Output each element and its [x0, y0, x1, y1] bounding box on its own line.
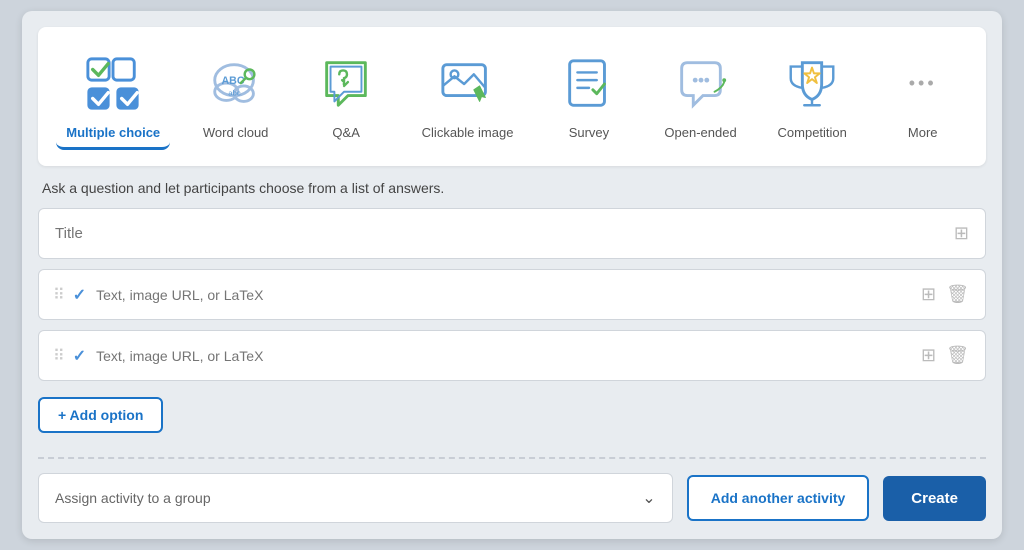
clickable-image-label: Clickable image	[422, 125, 514, 142]
activity-type-selector: Multiple choice ABC abc Word cloud	[38, 27, 986, 167]
section-divider	[38, 457, 986, 459]
chevron-down-icon: ⌄	[642, 488, 655, 508]
drag-handle-2[interactable]: ⠿	[53, 346, 63, 366]
activity-type-more[interactable]: ••• More	[878, 43, 968, 148]
more-label: More	[908, 125, 938, 142]
delete-option-2-button[interactable]: 🗑	[944, 343, 971, 368]
activity-type-clickable-image[interactable]: Clickable image	[412, 43, 524, 148]
multiple-choice-icon	[78, 49, 148, 119]
svg-text:abc: abc	[228, 88, 241, 97]
survey-icon	[554, 49, 624, 119]
activity-type-qa[interactable]: Q&A	[301, 43, 391, 148]
activity-description: Ask a question and let participants choo…	[38, 180, 986, 196]
word-cloud-icon: ABC abc	[201, 49, 271, 119]
main-container: Multiple choice ABC abc Word cloud	[22, 11, 1002, 540]
activity-type-open-ended[interactable]: Open-ended	[654, 43, 746, 148]
word-cloud-label: Word cloud	[203, 125, 269, 142]
activity-type-word-cloud[interactable]: ABC abc Word cloud	[191, 43, 281, 148]
open-ended-label: Open-ended	[664, 125, 736, 142]
check-icon-1: ✓	[73, 285, 86, 305]
qa-label: Q&A	[332, 125, 359, 142]
more-icon: •••	[888, 49, 958, 119]
competition-label: Competition	[778, 125, 847, 142]
option-2-image-icon[interactable]: ⊞	[921, 345, 936, 366]
title-image-icon: ⊞	[954, 223, 969, 244]
delete-option-1-button[interactable]: 🗑	[944, 282, 971, 307]
open-ended-icon	[666, 49, 736, 119]
group-select-dropdown[interactable]: Assign activity to a group ⌄	[38, 473, 673, 523]
bottom-bar: Assign activity to a group ⌄ Add another…	[38, 473, 986, 523]
option-2-actions: ⊞ 🗑	[921, 343, 971, 368]
option-row-1: ⠿ ✓ ⊞ 🗑	[38, 269, 986, 320]
option-1-actions: ⊞ 🗑	[921, 282, 971, 307]
title-input-row: ⊞	[38, 208, 986, 259]
activity-type-survey[interactable]: Survey	[544, 43, 634, 148]
drag-handle-1[interactable]: ⠿	[53, 285, 63, 305]
option-1-image-icon[interactable]: ⊞	[921, 284, 936, 305]
activity-type-competition[interactable]: Competition	[767, 43, 857, 148]
multiple-choice-label: Multiple choice	[66, 125, 160, 142]
option-row-2: ⠿ ✓ ⊞ 🗑	[38, 330, 986, 381]
activity-type-multiple-choice[interactable]: Multiple choice	[56, 43, 170, 151]
option-input-2[interactable]	[96, 348, 911, 364]
competition-icon	[777, 49, 847, 119]
clickable-image-icon	[433, 49, 503, 119]
title-input[interactable]	[55, 225, 954, 242]
survey-label: Survey	[569, 125, 609, 142]
qa-icon	[311, 49, 381, 119]
check-icon-2: ✓	[73, 346, 86, 366]
option-input-1[interactable]	[96, 287, 911, 303]
group-select-label: Assign activity to a group	[55, 490, 211, 506]
add-another-activity-button[interactable]: Add another activity	[687, 475, 870, 521]
create-button[interactable]: Create	[883, 476, 986, 521]
add-option-button[interactable]: + Add option	[38, 397, 163, 433]
